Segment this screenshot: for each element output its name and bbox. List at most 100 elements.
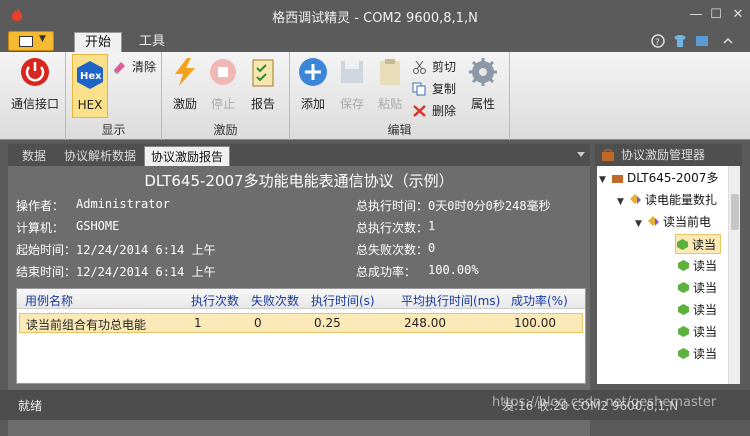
tree-node[interactable]: ▼ 读电能量数扎	[617, 190, 717, 210]
end-time-value: 12/24/2014 6:14 上午	[76, 265, 216, 279]
report-icon	[252, 59, 274, 87]
operator-value: Administrator	[76, 197, 170, 211]
close-button[interactable]: ✕	[728, 6, 748, 24]
group-display: Hex HEX 清除 显示	[66, 52, 162, 140]
scissors-icon	[413, 60, 426, 74]
group-display-label: 显示	[101, 123, 126, 137]
column-header[interactable]: 成功率(%)	[511, 292, 568, 309]
properties-label: 属性	[470, 97, 495, 111]
properties-button[interactable]: 属性	[464, 56, 502, 112]
panel-title: 协议激励管理器	[621, 148, 706, 162]
document-tab-bar: 数据 协议解析数据 协议激励报告	[8, 144, 590, 166]
tree-leaf[interactable]: 读当	[677, 322, 717, 342]
svg-text:?: ?	[655, 38, 660, 48]
cut-button[interactable]: 剪切	[412, 58, 456, 76]
stimulate-button[interactable]: 激励	[166, 56, 204, 112]
table-header: 用例名称 执行次数 失败次数 执行时间(s) 平均执行时间(ms) 成功率(%)	[17, 289, 585, 309]
column-header[interactable]: 执行时间(s)	[311, 292, 375, 309]
column-header[interactable]: 执行次数	[191, 292, 239, 309]
panel-header: 协议激励管理器	[595, 144, 742, 166]
chevron-up-icon[interactable]	[720, 33, 736, 49]
clear-label: 清除	[132, 60, 157, 74]
results-table: 用例名称 执行次数 失败次数 执行时间(s) 平均执行时间(ms) 成功率(%)…	[16, 288, 586, 384]
tab-tools[interactable]: 工具	[130, 32, 174, 52]
stimulate-label: 激励	[172, 97, 197, 111]
tab-protocol-parse[interactable]: 协议解析数据	[58, 146, 142, 166]
save-button[interactable]: 保存	[334, 56, 370, 112]
gem-icon	[678, 348, 689, 359]
column-header[interactable]: 平均执行时间(ms)	[401, 292, 500, 309]
help-icon[interactable]: ?	[650, 33, 666, 49]
chevron-down-icon[interactable]	[576, 151, 586, 159]
collapse-icon[interactable]: ▼	[617, 192, 629, 212]
tree-leaf[interactable]: 读当	[677, 278, 717, 298]
clear-button[interactable]: 清除	[112, 58, 156, 76]
copy-icon	[412, 82, 426, 96]
gem-icon	[677, 239, 688, 250]
table-cell: 读当前组合有功总电能	[26, 318, 147, 332]
tree-node-label: 读当	[693, 259, 718, 273]
minimize-button[interactable]: —	[686, 6, 706, 24]
clipboard-icon	[380, 59, 400, 85]
collapse-icon[interactable]: ▼	[599, 170, 611, 190]
protocol-manager-panel: 协议激励管理器 ▼ DLT645-2007多 ▼ 读电能量数扎 ▼ 读当前电 读当 读…	[595, 144, 742, 384]
about-icon[interactable]	[694, 33, 710, 49]
group-stimulate-label: 激励	[213, 123, 238, 137]
report-button[interactable]: 报告	[244, 56, 282, 112]
power-icon	[21, 58, 49, 86]
folder-diamond-icon	[648, 216, 659, 226]
group-stimulate: 激励 停止 报告 激励	[162, 52, 290, 140]
ribbon: 通信接口 Hex HEX 清除 显示 激励 停止 报告 激励 添加 保存 粘贴 …	[0, 52, 750, 140]
copy-button[interactable]: 复制	[412, 80, 456, 98]
delete-label: 删除	[432, 104, 457, 118]
tree-node-label: DLT645-2007多	[627, 171, 719, 185]
table-cell: 1	[194, 316, 202, 330]
tree-leaf[interactable]: 读当	[677, 300, 717, 320]
shirt-icon[interactable]	[672, 33, 688, 49]
scroll-thumb[interactable]	[731, 194, 739, 230]
tree-node-label: 读当	[693, 281, 718, 295]
column-header[interactable]: 用例名称	[25, 292, 73, 309]
plus-icon	[299, 58, 327, 86]
collapse-icon[interactable]: ▼	[635, 214, 647, 234]
computer-value: GSHOME	[76, 219, 120, 233]
column-header[interactable]: 失败次数	[251, 292, 299, 309]
stop-button[interactable]: 停止	[204, 56, 242, 112]
tab-start[interactable]: 开始	[74, 32, 122, 52]
tab-protocol-report[interactable]: 协议激励报告	[144, 146, 231, 166]
delete-button[interactable]: 删除	[412, 102, 456, 120]
hex-button[interactable]: Hex HEX	[72, 54, 108, 118]
operator-label: 操作者：	[16, 199, 65, 213]
tree-node-label: 读电能量数扎	[645, 193, 718, 207]
toolbox-icon	[612, 175, 623, 183]
status-text: 就绪	[18, 399, 43, 413]
toolbox-icon	[602, 149, 614, 161]
floppy-icon	[341, 61, 363, 83]
paste-button[interactable]: 粘贴	[372, 56, 408, 112]
tree-node[interactable]: ▼ 读当前电	[635, 212, 711, 232]
total-count-value: 1	[428, 219, 436, 233]
gem-icon	[678, 260, 689, 271]
end-time-label: 结束时间：	[16, 265, 77, 279]
report-label: 报告	[250, 97, 275, 111]
comm-interface-button[interactable]: 通信接口	[6, 56, 64, 112]
tree-node[interactable]: ▼ DLT645-2007多	[599, 168, 718, 188]
start-time-label: 起始时间：	[16, 243, 77, 257]
maximize-button[interactable]: ☐	[706, 6, 726, 24]
tree-leaf[interactable]: 读当	[677, 344, 717, 364]
total-time-value: 0天0时0分0秒248毫秒	[428, 199, 551, 213]
vertical-scrollbar[interactable]	[728, 166, 740, 384]
table-cell: 0	[254, 316, 262, 330]
tree-leaf[interactable]: 读当	[675, 234, 722, 254]
tree-leaf[interactable]: 读当	[677, 256, 717, 276]
tree-node-label: 读当	[693, 347, 718, 361]
title-bar: 格西调试精灵 - COM2 9600,8,1,N — ☐ ✕	[0, 0, 750, 30]
success-rate-label: 总成功率：	[356, 265, 417, 279]
hex-icon: Hex	[77, 61, 103, 89]
tab-data[interactable]: 数据	[16, 146, 52, 166]
report-title: DLT645-2007多功能电能表通信协议（示例）	[144, 172, 454, 190]
app-menu-button[interactable]: ▼	[8, 31, 54, 51]
table-row[interactable]: 读当前组合有功总电能 1 0 0.25 248.00 100.00	[19, 313, 583, 333]
add-button[interactable]: 添加	[294, 56, 332, 112]
tree-node-label: 读当	[693, 325, 718, 339]
